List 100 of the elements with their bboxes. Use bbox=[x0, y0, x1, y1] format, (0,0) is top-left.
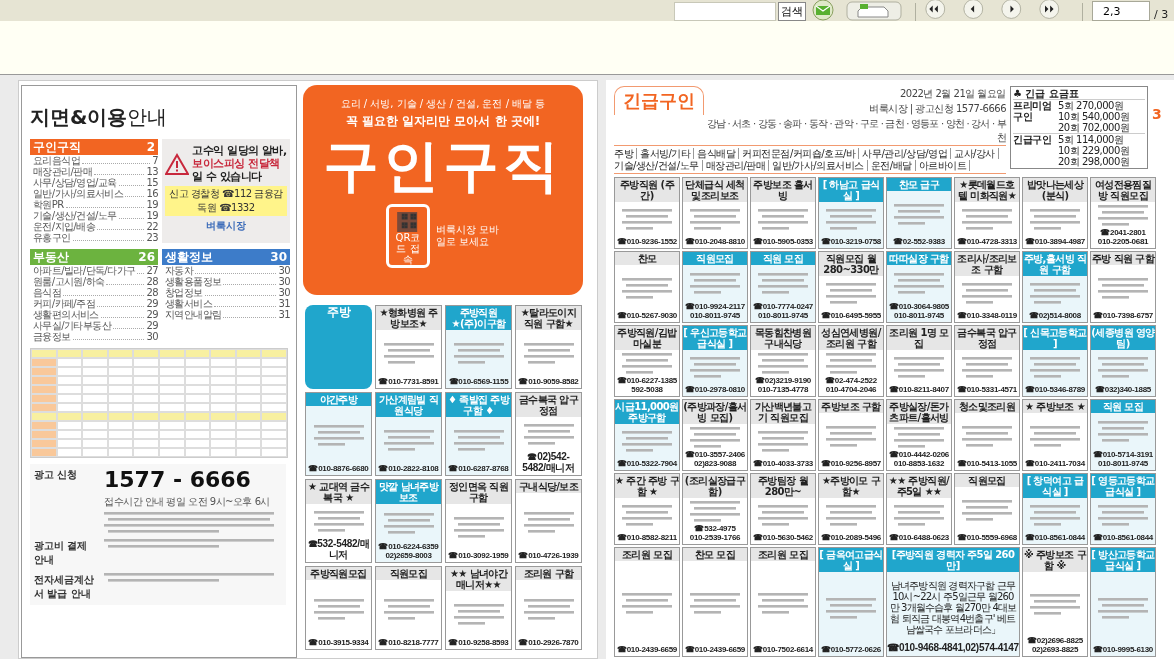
phone-number: 010-2539-1766 bbox=[689, 533, 741, 542]
ad-title: (주방과장/홀서빙 모집) bbox=[683, 400, 747, 424]
phone-number: ☎010-6287-8768 bbox=[448, 464, 509, 473]
phone-number: ☎010-3557-2406 bbox=[684, 450, 746, 459]
section-title: 긴급구인 bbox=[614, 86, 704, 115]
phone-number: ☎010-2439-6659 bbox=[684, 645, 746, 654]
phone-number: ☎010-5905-0353 bbox=[752, 237, 814, 246]
text-lines-drawing bbox=[1030, 505, 1080, 526]
ad-title: 금수복국 압구정점 bbox=[955, 326, 1019, 350]
rate-price: 20회 702,000원 bbox=[1058, 122, 1130, 133]
ad-title: 주방,홀서빙 직원 구함 bbox=[1023, 252, 1087, 276]
warning-icon bbox=[165, 152, 190, 175]
text-lines-drawing bbox=[758, 209, 808, 230]
category-link[interactable]: 매장관리/판매 bbox=[705, 160, 770, 171]
category-link[interactable]: 사무/관리/상담/영업 bbox=[862, 148, 952, 159]
text-lines-drawing bbox=[622, 592, 672, 614]
ad-title: ★롯데월드호텔 미화직원★ bbox=[955, 178, 1019, 202]
category-link[interactable]: 기술/생산/건설/노무 bbox=[614, 160, 703, 171]
phone-number: ☎2041-2801 bbox=[1099, 228, 1147, 237]
info-heading: 전자세금계산서 발급 안내 bbox=[34, 573, 95, 601]
ad-title: ★주방이모 구함★ bbox=[819, 474, 883, 498]
toc-label: 사무실/기타부동산 bbox=[33, 320, 111, 331]
ad-title: 조리사/조리보조 구함 bbox=[955, 252, 1019, 276]
phone-number: ☎010-7398-6757 bbox=[1092, 311, 1154, 320]
phone-number: 02)823-9088 bbox=[692, 459, 738, 468]
category-tile: 주방 bbox=[305, 305, 372, 389]
toc-label: 매장관리/판매 bbox=[33, 166, 93, 177]
text-lines-drawing bbox=[1030, 357, 1080, 378]
info-heading: 광고비 결제 안내 bbox=[34, 539, 89, 567]
rate-label: 긴급구인 bbox=[1013, 134, 1052, 147]
warning-text: 일 수 있습니다 bbox=[192, 170, 263, 183]
ad-title: ♦ 족발집 주방 구함 ♦ bbox=[446, 393, 511, 417]
ad-text: 남녀주방직원 경력자구함 근무10시~22시 주5일근무 월260만 3개월수습후 월270만 4대보험 퇴직금 대봉역4번출구' 베트남쌀국수 포브라더스」 bbox=[888, 579, 1018, 635]
text-lines-drawing bbox=[894, 426, 944, 448]
rate-price: 10회 229,000원 bbox=[1058, 145, 1130, 156]
text-lines-drawing bbox=[962, 425, 1012, 447]
search-button[interactable]: 검색 bbox=[778, 2, 806, 21]
report-numbers: 신고 경찰청 ☎112 금융감독원 ☎1332 bbox=[165, 186, 287, 216]
date-text: 2022년 2월 21일 월요일 bbox=[899, 87, 1006, 101]
phone-number: 592-5038 bbox=[630, 385, 664, 394]
ad-title: 맛깔 남녀주방보조 bbox=[376, 480, 441, 504]
ad-title: 직원모집 bbox=[955, 474, 1019, 487]
category-link[interactable]: 아르바이트 bbox=[918, 160, 971, 171]
ad-title: ※ 주방보조 구함 ※ bbox=[1023, 548, 1087, 572]
text-lines-drawing bbox=[453, 430, 504, 451]
ad-title: 가산백년불고기 직원모집 bbox=[751, 400, 815, 424]
text-lines-drawing bbox=[1030, 209, 1080, 230]
text-lines-drawing bbox=[622, 352, 672, 374]
ad-title: 직원 모집 bbox=[751, 252, 815, 265]
toc-page: 29 bbox=[146, 309, 158, 320]
text-lines-drawing bbox=[453, 604, 504, 625]
warning-text: 보이스피싱 전달책 bbox=[192, 157, 281, 170]
toc-page: 19 bbox=[146, 199, 158, 210]
section-page: 26 bbox=[138, 250, 155, 264]
text-lines-drawing bbox=[690, 357, 740, 378]
phone-number: ☎010-4726-1939 bbox=[518, 551, 579, 560]
text-lines-drawing bbox=[826, 283, 876, 304]
rate-price: 20회 298,000원 bbox=[1058, 156, 1130, 167]
ad-title: [ 영등고등학교 급식실 ] bbox=[1091, 474, 1155, 498]
text-lines-drawing bbox=[894, 203, 944, 225]
category-link[interactable]: 홀서빙/기타 bbox=[640, 148, 695, 159]
section-page: 2 bbox=[146, 140, 155, 154]
contact-text: 벼룩시장 | 광고신청 1577-6666 bbox=[869, 102, 1006, 116]
toc-label: 음식점 bbox=[33, 287, 62, 298]
ad-title: 주방직원 (주간) bbox=[615, 178, 679, 202]
brand-text: 벼룩시장 bbox=[206, 219, 246, 233]
category-link[interactable]: 일반/가사/의료서비스 bbox=[772, 160, 868, 171]
note-text: 접수시간 안내 평일 오전 9시~오후 6시 bbox=[104, 495, 270, 509]
toc-label: 학원PR bbox=[33, 199, 64, 210]
phone-number: 1577 - 6666 bbox=[104, 468, 251, 492]
phone-number: ☎010-5772-0626 bbox=[820, 645, 882, 654]
text-lines-drawing bbox=[1030, 283, 1080, 304]
phone-number: ☎010-5322-7904 bbox=[616, 459, 678, 468]
ad-title: 가산계림빌 직원식당 bbox=[376, 393, 441, 417]
section-name: 부동산 bbox=[33, 248, 69, 266]
category-link[interactable]: 커피전문점/커피숍/호프/바 bbox=[742, 148, 860, 159]
text-lines-drawing bbox=[690, 273, 740, 294]
ad-title: [ 방산고등학교 급식실 ] bbox=[1091, 548, 1155, 572]
toc-label: 생활서비스 bbox=[165, 298, 212, 309]
page-field[interactable]: 2,3 bbox=[1092, 1, 1150, 21]
phone-number: ☎010-5630-5462 bbox=[752, 533, 814, 542]
ad-title: 직원 모집 bbox=[1091, 400, 1155, 413]
text-lines-drawing bbox=[962, 209, 1012, 230]
category-link[interactable]: 운전/배달 bbox=[870, 160, 916, 171]
mail-icon[interactable] bbox=[810, 0, 836, 21]
phone-number: 010-7135-4778 bbox=[756, 385, 810, 394]
search-field[interactable] bbox=[674, 2, 776, 21]
category-link[interactable]: 교사/강사 bbox=[954, 148, 999, 159]
phone-number: ☎02)3219-9190 bbox=[755, 376, 811, 385]
category-link[interactable]: 주방 bbox=[614, 148, 637, 159]
toc-label: 자동차 bbox=[165, 265, 194, 276]
toc-page: 22 bbox=[146, 221, 158, 232]
ad-title: 주방실장/돈가츠파트/홀서빙 bbox=[887, 400, 951, 424]
ad-title: [ 우신고등학교 급식실 ] bbox=[683, 326, 747, 350]
printer-icon[interactable] bbox=[846, 0, 902, 21]
toc-page: 23 bbox=[146, 232, 158, 243]
phone-number: ☎02-552-9383 bbox=[893, 237, 945, 246]
category-link[interactable]: 음식배달 bbox=[697, 148, 740, 159]
text-lines-drawing bbox=[690, 592, 740, 614]
phone-number: ☎010-6488-0623 bbox=[888, 533, 950, 542]
